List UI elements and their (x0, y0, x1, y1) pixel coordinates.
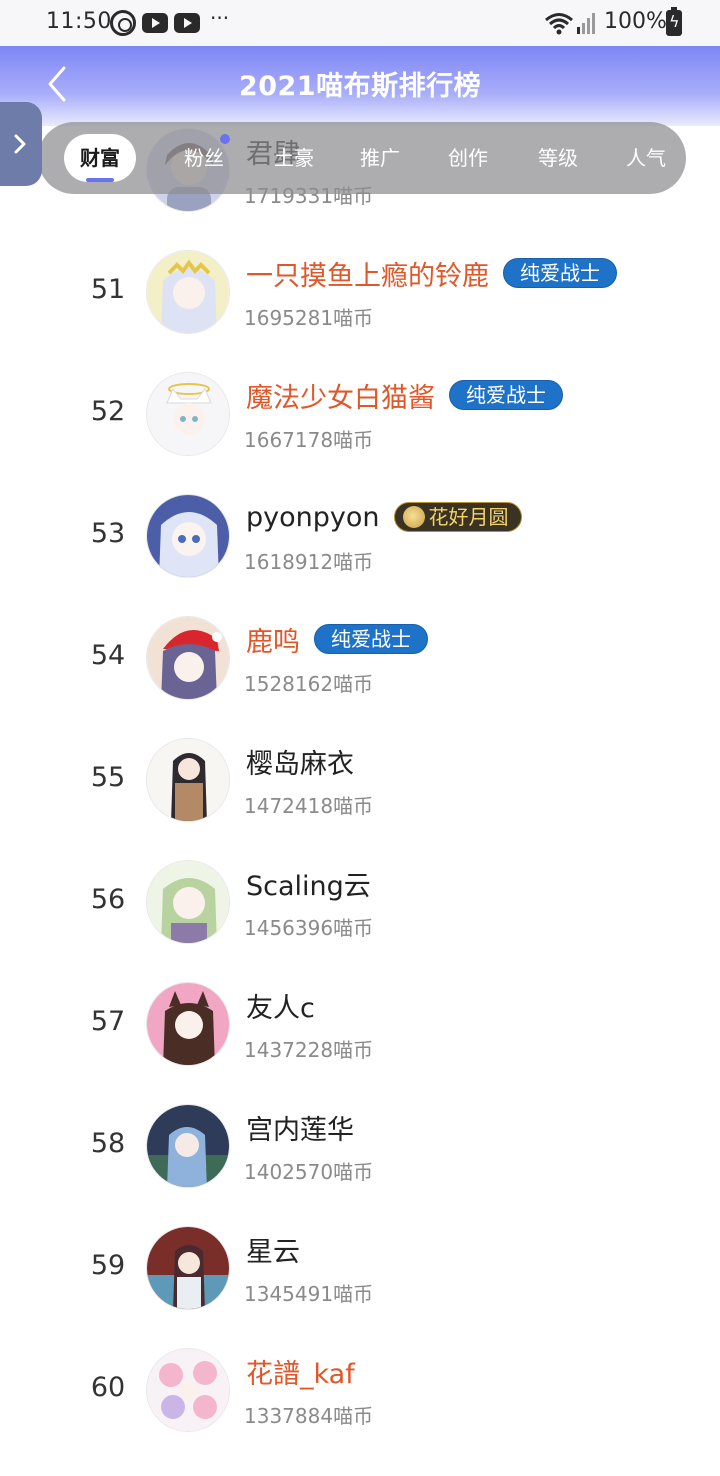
avatar-image (147, 373, 229, 455)
coin-count: 1472418喵币 (244, 794, 374, 818)
list-item[interactable]: 58 宫内莲华 1402570喵币 (0, 1086, 720, 1208)
coin-count: 1437228喵币 (244, 1038, 374, 1062)
wifi-icon (545, 13, 573, 35)
username[interactable]: 一只摸鱼上瘾的铃鹿 (246, 254, 489, 293)
list-item[interactable]: 54 鹿鸣 纯爱战士 1528162喵币 (0, 598, 720, 720)
title-badge-label: 花好月圆 (428, 505, 509, 529)
rank-number: 58 (90, 1128, 126, 1159)
username[interactable]: 鹿鸣 (246, 620, 300, 659)
rank-number: 60 (90, 1372, 126, 1403)
avatar-image (147, 861, 229, 943)
avatar[interactable] (146, 982, 230, 1066)
status-time: 11:50 (46, 9, 112, 34)
avatar[interactable] (146, 494, 230, 578)
avatar[interactable] (146, 372, 230, 456)
rank-number: 54 (90, 640, 126, 671)
avatar[interactable] (146, 738, 230, 822)
username[interactable]: pyonpyon (246, 502, 380, 533)
battery-percent: 100% (604, 9, 667, 34)
list-item[interactable]: 60 花譜_kaf 1337884喵币 (0, 1330, 720, 1452)
coin-count: 1456396喵币 (244, 916, 374, 940)
status-bar: 11:50 ··· 100% (0, 0, 720, 46)
avatar[interactable] (146, 860, 230, 944)
coin-count: 1667178喵币 (244, 428, 374, 452)
rank-number: 53 (90, 518, 126, 549)
avatar-image (147, 495, 229, 577)
coin-count: 1402570喵币 (244, 1160, 374, 1184)
coin-count: 1345491喵币 (244, 1282, 374, 1306)
avatar-image (147, 617, 229, 699)
list-item[interactable]: 59 星云 1345491喵币 (0, 1208, 720, 1330)
username[interactable]: 友人c (246, 986, 315, 1025)
moon-icon (402, 506, 425, 528)
username[interactable]: 樱岛麻衣 (246, 742, 354, 781)
avatar[interactable] (146, 616, 230, 700)
youtube-notification-icon (142, 13, 168, 33)
username[interactable]: 花譜_kaf (246, 1352, 355, 1391)
side-drawer-toggle[interactable] (0, 102, 42, 186)
more-notifications-icon: ··· (210, 6, 230, 30)
avatar[interactable] (146, 250, 230, 334)
tab-tycoon[interactable]: 土豪 (266, 122, 322, 194)
coin-count: 1337884喵币 (244, 1404, 374, 1428)
avatar-image (147, 739, 229, 821)
list-item[interactable]: 51 一只摸鱼上瘾的铃鹿 纯爱战士 1695281喵币 (0, 232, 720, 354)
username[interactable]: 魔法少女白猫酱 (246, 376, 435, 415)
coin-count: 1618912喵币 (244, 550, 374, 574)
username[interactable]: Scaling云 (246, 864, 371, 903)
list-item[interactable]: 52 魔法少女白猫酱 纯爱战士 1667178喵币 (0, 354, 720, 476)
rank-number: 51 (90, 274, 126, 305)
tab-creation[interactable]: 创作 (440, 122, 496, 194)
rank-number: 59 (90, 1250, 126, 1281)
avatar[interactable] (146, 1104, 230, 1188)
tab-wealth[interactable]: 财富 (64, 134, 136, 182)
username[interactable]: 宫内莲华 (246, 1108, 354, 1147)
rank-number: 57 (90, 1006, 126, 1037)
tab-level[interactable]: 等级 (530, 122, 586, 194)
title-badge: 纯爱战士 (503, 258, 617, 288)
title-badge: 纯爱战士 (314, 624, 428, 654)
list-item[interactable]: 56 Scaling云 1456396喵币 (0, 842, 720, 964)
avatar-image (147, 1227, 229, 1309)
avatar-image (147, 1349, 229, 1431)
tab-popularity[interactable]: 人气 (618, 122, 674, 194)
coin-count: 1695281喵币 (244, 306, 374, 330)
battery-charging-icon (666, 7, 682, 36)
rank-number: 56 (90, 884, 126, 915)
title-badge: 纯爱战士 (449, 380, 563, 410)
signal-icon (577, 13, 595, 34)
list-item[interactable]: 55 樱岛麻衣 1472418喵币 (0, 720, 720, 842)
rank-number: 55 (90, 762, 126, 793)
page-title: 2021喵布斯排行榜 (238, 71, 482, 102)
tab-fans[interactable]: 粉丝 (176, 122, 232, 194)
tab-promotion[interactable]: 推广 (352, 122, 408, 194)
username[interactable]: 星云 (246, 1230, 300, 1269)
rank-number: 52 (90, 396, 126, 427)
avatar-image (147, 251, 229, 333)
avatar-image (147, 1105, 229, 1187)
category-tab-bar: 财富 粉丝 土豪 推广 创作 等级 人气 (38, 122, 686, 194)
app-notification-icon (110, 10, 136, 36)
active-tab-indicator (86, 178, 114, 182)
avatar[interactable] (146, 1348, 230, 1432)
avatar[interactable] (146, 1226, 230, 1310)
avatar-image (147, 983, 229, 1065)
list-item[interactable]: 57 友人c 1437228喵币 (0, 964, 720, 1086)
list-item[interactable]: 53 pyonpyon 花好月圆 1618912喵币 (0, 476, 720, 598)
notification-dot (220, 134, 230, 144)
youtube-notification-icon (174, 13, 200, 33)
coin-count: 1528162喵币 (244, 672, 374, 696)
title-badge: 花好月圆 (393, 502, 522, 532)
chevron-right-icon (14, 134, 26, 154)
